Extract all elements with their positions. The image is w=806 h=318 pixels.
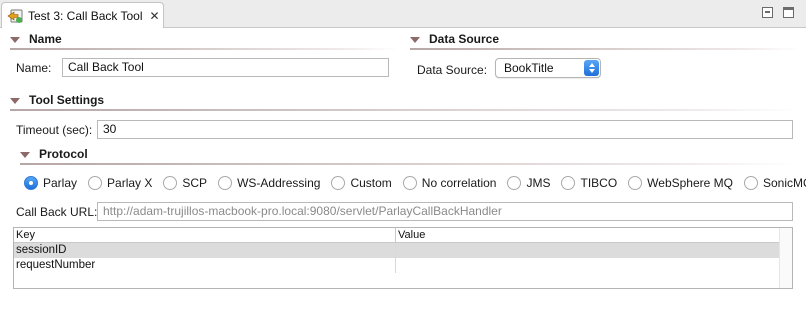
radio-parlay-x[interactable]: Parlay X bbox=[88, 176, 152, 190]
protocol-section-divider bbox=[20, 163, 794, 165]
name-section-header[interactable]: Name bbox=[10, 31, 62, 47]
radio-button-selected[interactable] bbox=[24, 176, 38, 190]
data-source-section-header[interactable]: Data Source bbox=[410, 31, 499, 47]
name-field[interactable]: Call Back Tool bbox=[62, 58, 389, 77]
close-icon[interactable]: ✕ bbox=[149, 10, 161, 22]
column-header-value[interactable]: Value bbox=[396, 228, 792, 242]
table-scrollbar[interactable] bbox=[779, 228, 792, 288]
table-row[interactable]: sessionID bbox=[14, 243, 792, 258]
minimize-icon[interactable] bbox=[762, 7, 773, 18]
data-source-select[interactable]: BookTitle bbox=[495, 58, 601, 78]
radio-button[interactable] bbox=[88, 176, 103, 190]
table-row[interactable]: requestNumber bbox=[14, 258, 792, 273]
tool-settings-section-divider bbox=[10, 109, 800, 111]
timeout-label: Timeout (sec): bbox=[16, 123, 93, 137]
radio-button[interactable] bbox=[331, 176, 346, 190]
radio-jms[interactable]: JMS bbox=[507, 176, 550, 190]
radio-label: Custom bbox=[350, 176, 392, 190]
timeout-field[interactable]: 30 bbox=[97, 120, 793, 139]
key-value-table: Key Value sessionID requestNumber bbox=[13, 227, 793, 289]
data-source-label: Data Source: bbox=[417, 63, 488, 77]
radio-scp[interactable]: SCP bbox=[163, 176, 207, 190]
tool-settings-section-title: Tool Settings bbox=[29, 93, 105, 107]
collapse-twisty-icon[interactable] bbox=[410, 36, 420, 43]
radio-websphere-mq[interactable]: WebSphere MQ bbox=[628, 176, 733, 190]
collapse-twisty-icon[interactable] bbox=[10, 97, 20, 104]
table-cell-value[interactable] bbox=[396, 243, 792, 258]
callback-url-field[interactable]: http://adam-trujillos-macbook-pro.local:… bbox=[97, 202, 793, 221]
radio-sonicmq[interactable]: SonicMQ bbox=[743, 176, 806, 190]
radio-label: WS-Addressing bbox=[237, 176, 321, 190]
protocol-radio-group: Parlay Parlay X SCP WS-Addressing Custom… bbox=[24, 176, 806, 190]
radio-label: SonicMQ bbox=[762, 176, 806, 190]
editor-tab-bar: Test 3: Call Back Tool ✕ bbox=[0, 0, 806, 28]
collapse-twisty-icon[interactable] bbox=[20, 151, 30, 158]
radio-button[interactable] bbox=[743, 176, 758, 190]
tab-title: Test 3: Call Back Tool bbox=[28, 8, 143, 23]
radio-ws-addressing[interactable]: WS-Addressing bbox=[218, 176, 320, 190]
callback-url-label: Call Back URL: bbox=[16, 205, 98, 219]
radio-parlay[interactable]: Parlay bbox=[24, 176, 77, 190]
radio-button[interactable] bbox=[507, 176, 522, 190]
table-cell-key[interactable]: sessionID bbox=[14, 243, 396, 258]
radio-no-correlation[interactable]: No correlation bbox=[402, 176, 497, 190]
radio-button[interactable] bbox=[628, 176, 643, 190]
name-section-divider bbox=[10, 48, 398, 50]
name-section-title: Name bbox=[29, 32, 62, 46]
tool-settings-section-header[interactable]: Tool Settings bbox=[10, 92, 104, 108]
protocol-section-title: Protocol bbox=[39, 147, 88, 161]
editor-tab[interactable]: Test 3: Call Back Tool ✕ bbox=[1, 2, 164, 28]
radio-button[interactable] bbox=[402, 176, 417, 190]
data-source-section-divider bbox=[410, 48, 800, 50]
radio-label: Parlay X bbox=[107, 176, 153, 190]
radio-label: No correlation bbox=[421, 176, 497, 190]
radio-label: Parlay bbox=[43, 176, 78, 190]
radio-button[interactable] bbox=[163, 176, 178, 190]
radio-label: WebSphere MQ bbox=[647, 176, 733, 190]
radio-label: JMS bbox=[526, 176, 551, 190]
radio-label: SCP bbox=[182, 176, 208, 190]
data-source-selected-value: BookTitle bbox=[504, 61, 554, 75]
column-header-key[interactable]: Key bbox=[14, 228, 396, 242]
radio-tibco[interactable]: TIBCO bbox=[561, 176, 617, 190]
collapse-twisty-icon[interactable] bbox=[10, 36, 20, 43]
name-label: Name: bbox=[16, 61, 52, 75]
protocol-section-header[interactable]: Protocol bbox=[20, 146, 88, 162]
data-source-section-title: Data Source bbox=[429, 32, 500, 46]
radio-custom[interactable]: Custom bbox=[331, 176, 392, 190]
maximize-icon[interactable] bbox=[783, 7, 794, 18]
table-cell-value[interactable] bbox=[396, 258, 792, 273]
editor-content: Name Name: Call Back Tool Data Source Da… bbox=[0, 28, 806, 318]
table-cell-key[interactable]: requestNumber bbox=[14, 258, 396, 273]
radio-label: TIBCO bbox=[580, 176, 618, 190]
radio-button[interactable] bbox=[561, 176, 576, 190]
test-tool-icon bbox=[6, 7, 24, 25]
dropdown-arrows-icon bbox=[584, 60, 599, 76]
table-header: Key Value bbox=[14, 228, 792, 243]
radio-button[interactable] bbox=[218, 176, 233, 190]
